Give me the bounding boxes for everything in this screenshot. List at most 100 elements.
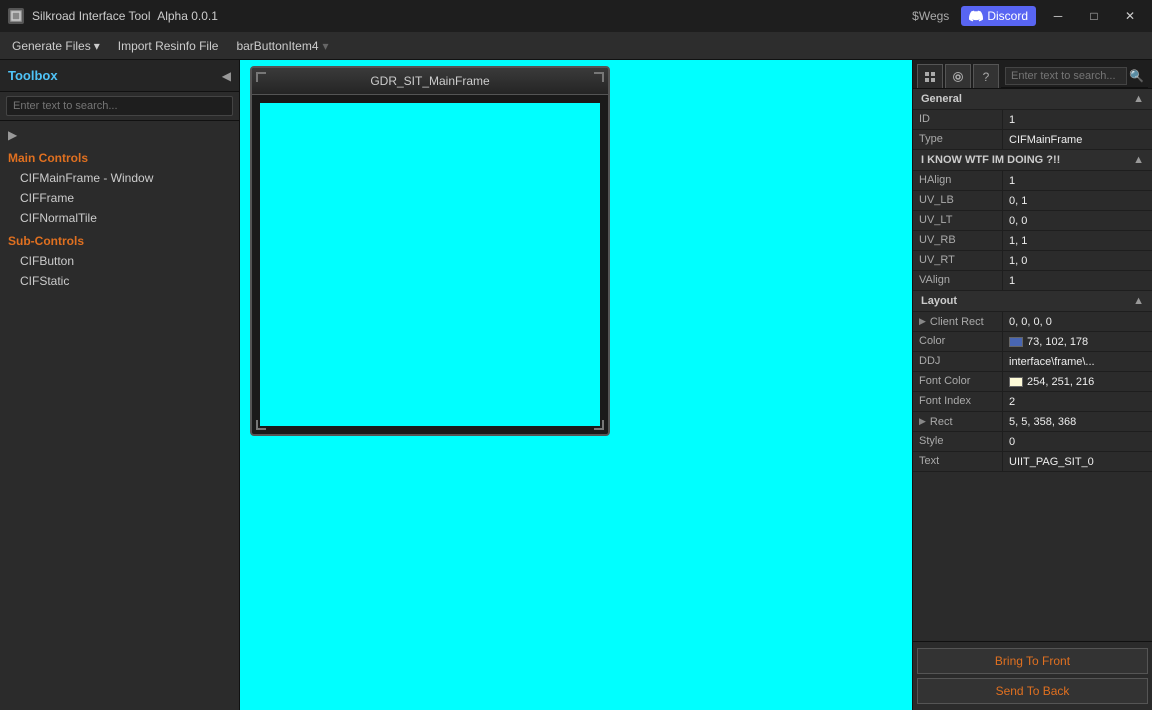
app-title: Silkroad Interface Tool Alpha 0.0.1 [32,9,904,23]
prop-color-value[interactable]: 73, 102, 178 [1003,332,1152,351]
minimize-button[interactable]: ─ [1044,5,1072,27]
panel-search-input[interactable] [1005,67,1127,85]
fontcolor-swatch [1009,377,1023,387]
prop-fontindex: Font Index 2 [913,392,1152,412]
toolbox-header: Toolbox ◀ [0,60,239,92]
toolbox-title: Toolbox [8,68,58,83]
panel-tabs: ? 🔍 [913,60,1152,89]
maximize-button[interactable]: □ [1080,5,1108,27]
properties-list: General ▲ ID 1 Type CIFMainFrame I KNOW … [913,89,1152,641]
prop-style-value[interactable]: 0 [1003,432,1152,451]
settings-icon [952,71,964,83]
tab-gear[interactable] [945,64,971,88]
bottom-buttons: Bring To Front Send To Back [913,641,1152,710]
tab-grid[interactable] [917,64,943,88]
tab-help[interactable]: ? [973,64,999,88]
menu-generate-files[interactable]: Generate Files ▾ [4,35,108,57]
tree-item-cifmainframe[interactable]: CIFMainFrame - Window [0,168,239,188]
rect-expand-arrow-icon: ▶ [919,416,926,427]
prop-clientrect: ▶ Client Rect 0, 0, 0, 0 [913,312,1152,332]
sub-controls-header: Sub-Controls [0,228,239,251]
section-iknow-collapse[interactable]: ▲ [1133,154,1144,166]
prop-halign-value[interactable]: 1 [1003,171,1152,190]
prop-fontindex-value[interactable]: 2 [1003,392,1152,411]
search-icon: 🔍 [1129,69,1144,83]
prop-ddj-value[interactable]: interface\frame\... [1003,352,1152,371]
prop-rect-name: ▶ Rect [913,412,1003,431]
tree-item-cifnormaltile[interactable]: CIFNormalTile [0,208,239,228]
prop-clientrect-value[interactable]: 0, 0, 0, 0 [1003,312,1152,331]
prop-fontcolor-value[interactable]: 254, 251, 216 [1003,372,1152,391]
grid-icon [924,71,936,83]
main-layout: Toolbox ◀ ▶ Main Controls CIFMainFrame -… [0,60,1152,710]
prop-id: ID 1 [913,110,1152,130]
wegs-label: $Wegs [912,9,949,23]
prop-uvlt-name: UV_LT [913,211,1003,230]
prop-uvrb-name: UV_RB [913,231,1003,250]
prop-halign: HAlign 1 [913,171,1152,191]
section-layout: Layout ▲ [913,291,1152,312]
prop-rect: ▶ Rect 5, 5, 358, 368 [913,412,1152,432]
prop-valign-name: VAlign [913,271,1003,290]
frame-outer: GDR_SIT_MainFrame [250,66,610,436]
prop-id-value[interactable]: 1 [1003,110,1152,129]
prop-rect-value[interactable]: 5, 5, 358, 368 [1003,412,1152,431]
prop-uvrb: UV_RB 1, 1 [913,231,1152,251]
prop-color: Color 73, 102, 178 [913,332,1152,352]
section-general-collapse[interactable]: ▲ [1133,93,1144,105]
tree-item-cifbutton[interactable]: CIFButton [0,251,239,271]
frame-widget[interactable]: GDR_SIT_MainFrame [250,66,610,436]
sidebar: Toolbox ◀ ▶ Main Controls CIFMainFrame -… [0,60,240,710]
frame-title: GDR_SIT_MainFrame [252,68,608,95]
tree-item-cifframe[interactable]: CIFFrame [0,188,239,208]
dropdown-arrow-icon: ▾ [94,39,100,53]
prop-uvlb-value[interactable]: 0, 1 [1003,191,1152,210]
section-layout-collapse[interactable]: ▲ [1133,295,1144,307]
toolbox-search-bar [0,92,239,121]
prop-uvrt-name: UV_RT [913,251,1003,270]
discord-button[interactable]: Discord [961,6,1036,26]
frame-inner-content [260,103,600,426]
color-swatch [1009,337,1023,347]
prop-text-name: Text [913,452,1003,471]
prop-uvrt-value[interactable]: 1, 0 [1003,251,1152,270]
close-button[interactable]: ✕ [1116,5,1144,27]
prop-uvlt-value[interactable]: 0, 0 [1003,211,1152,230]
tree-item-cifstatic[interactable]: CIFStatic [0,271,239,291]
menu-bar: Generate Files ▾ Import Resinfo File bar… [0,32,1152,60]
corner-br [594,420,604,430]
prop-fontcolor: Font Color 254, 251, 216 [913,372,1152,392]
menu-import-resinfo[interactable]: Import Resinfo File [110,35,227,57]
section-iknow-label: I KNOW WTF IM DOING ?!! [921,154,1060,166]
discord-icon [969,9,983,23]
prop-ddj: DDJ interface\frame\... [913,352,1152,372]
prop-text: Text UIIT_PAG_SIT_0 [913,452,1152,472]
toolbox-collapse-button[interactable]: ◀ [222,69,231,83]
prop-uvrt: UV_RT 1, 0 [913,251,1152,271]
tree-toggle[interactable]: ▶ [0,125,239,145]
prop-style: Style 0 [913,432,1152,452]
section-general: General ▲ [913,89,1152,110]
bring-to-front-button[interactable]: Bring To Front [917,648,1148,674]
prop-valign-value[interactable]: 1 [1003,271,1152,290]
section-iknow: I KNOW WTF IM DOING ?!! ▲ [913,150,1152,171]
send-to-back-button[interactable]: Send To Back [917,678,1148,704]
tree-section: ▶ Main Controls CIFMainFrame - Window CI… [0,121,239,295]
corner-tl [256,72,266,82]
discord-label: Discord [987,9,1028,23]
canvas-area[interactable]: GDR_SIT_MainFrame [240,60,912,710]
right-panel: ? 🔍 General ▲ ID 1 Type CIFMainFrame [912,60,1152,710]
breadcrumb-item4[interactable]: barButtonItem4 ▾ [228,35,336,57]
panel-search: 🔍 [1001,64,1148,88]
toolbox-search-input[interactable] [6,96,233,116]
prop-uvlb-name: UV_LB [913,191,1003,210]
prop-halign-name: HAlign [913,171,1003,190]
expand-arrow-icon: ▶ [919,316,926,327]
prop-type-value[interactable]: CIFMainFrame [1003,130,1152,149]
prop-type-name: Type [913,130,1003,149]
prop-uvrb-value[interactable]: 1, 1 [1003,231,1152,250]
prop-uvlb: UV_LB 0, 1 [913,191,1152,211]
prop-text-value[interactable]: UIIT_PAG_SIT_0 [1003,452,1152,471]
title-bar: Silkroad Interface Tool Alpha 0.0.1 $Weg… [0,0,1152,32]
section-layout-label: Layout [921,295,957,307]
